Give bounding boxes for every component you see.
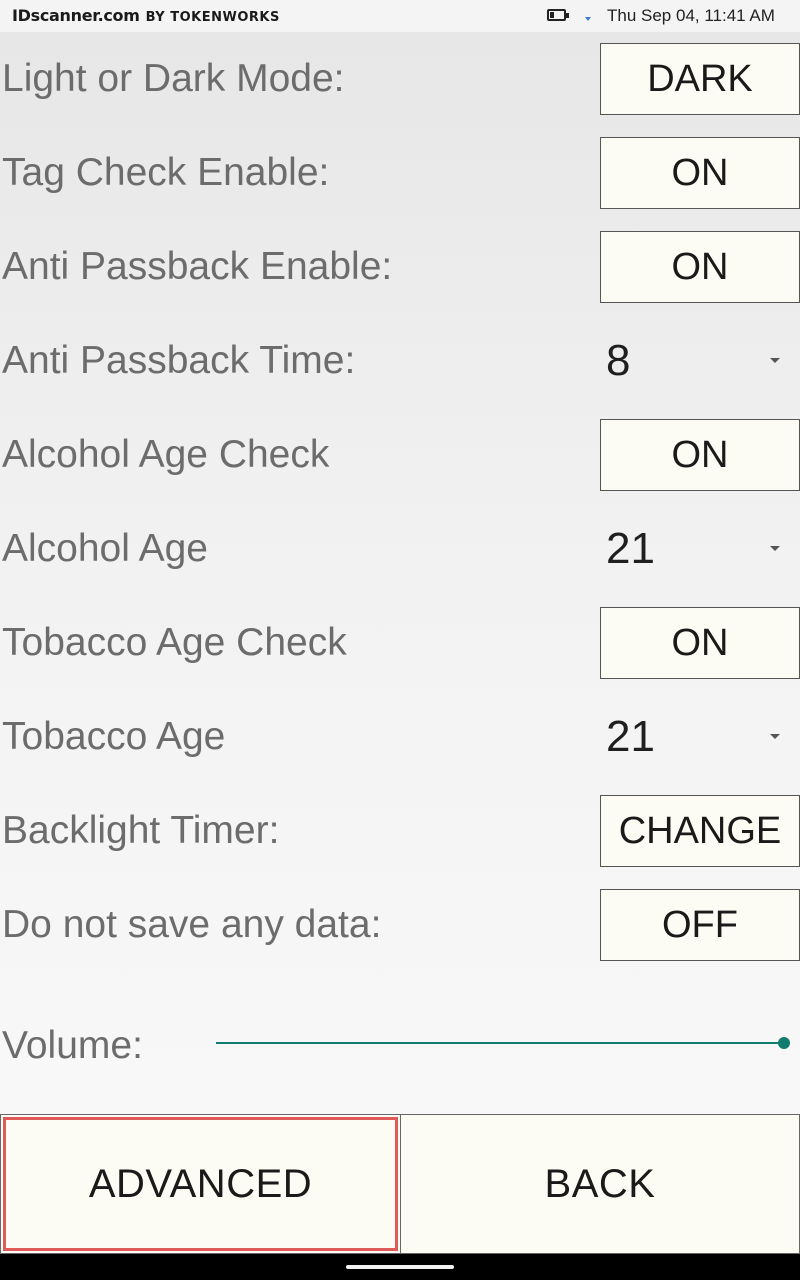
no-save-toggle-button[interactable]: OFF [600,889,800,961]
setting-label: Backlight Timer: [2,809,280,852]
volume-thumb[interactable] [778,1037,790,1049]
setting-row-anti-passback: Anti Passback Enable: ON [0,231,800,303]
setting-row-no-save: Do not save any data: OFF [0,889,800,961]
volume-label: Volume: [2,1024,143,1067]
anti-passback-time-dropdown[interactable]: 8 [600,325,800,397]
setting-row-alcohol-age: Alcohol Age 21 [0,513,800,585]
setting-label: Tobacco Age Check [2,621,347,664]
back-button[interactable]: BACK [400,1114,800,1254]
volume-slider[interactable] [216,1030,790,1056]
setting-label: Alcohol Age [2,527,208,570]
advanced-button-label: ADVANCED [88,1161,313,1206]
setting-row-backlight: Backlight Timer: CHANGE [0,795,800,867]
volume-track [216,1042,790,1044]
tag-check-toggle-button[interactable]: ON [600,137,800,209]
status-bar: IDscanner.com BY TOKENWORKS Thu Sep 04, 1… [0,0,800,32]
anti-passback-toggle-button[interactable]: ON [600,231,800,303]
alcohol-age-dropdown[interactable]: 21 [600,513,800,585]
alcohol-check-toggle-button[interactable]: ON [600,419,800,491]
signal-icon [585,17,591,21]
setting-label: Light or Dark Mode: [2,57,345,100]
light-dark-toggle-button[interactable]: DARK [600,43,800,115]
dropdown-arrow-icon [770,734,780,739]
backlight-change-button[interactable]: CHANGE [600,795,800,867]
setting-label: Tag Check Enable: [2,151,330,194]
setting-label: Alcohol Age Check [2,433,330,476]
dropdown-value: 21 [606,712,655,761]
status-clock: Thu Sep 04, 11:41 AM [607,6,775,25]
setting-row-anti-passback-time: Anti Passback Time: 8 [0,325,800,397]
home-handle[interactable] [346,1265,454,1269]
dropdown-value: 8 [606,336,631,385]
navigation-bar [0,1254,800,1280]
brand-logo: IDscanner.com BY TOKENWORKS [12,6,280,25]
setting-row-alcohol-check: Alcohol Age Check ON [0,419,800,491]
setting-label: Do not save any data: [2,903,382,946]
setting-row-tobacco-age: Tobacco Age 21 [0,701,800,773]
setting-label: Tobacco Age [2,715,226,758]
setting-row-tobacco-check: Tobacco Age Check ON [0,607,800,679]
setting-row-light-dark: Light or Dark Mode: DARK [0,43,800,115]
back-button-label: BACK [544,1161,656,1206]
setting-label: Anti Passback Time: [2,339,356,382]
battery-icon [547,9,569,21]
tobacco-check-toggle-button[interactable]: ON [600,607,800,679]
advanced-button[interactable]: ADVANCED [0,1114,401,1254]
dropdown-arrow-icon [770,358,780,363]
setting-label: Anti Passback Enable: [2,245,393,288]
tobacco-age-dropdown[interactable]: 21 [600,701,800,773]
dropdown-arrow-icon [770,546,780,551]
setting-row-tag-check: Tag Check Enable: ON [0,137,800,209]
dropdown-value: 21 [606,524,655,573]
